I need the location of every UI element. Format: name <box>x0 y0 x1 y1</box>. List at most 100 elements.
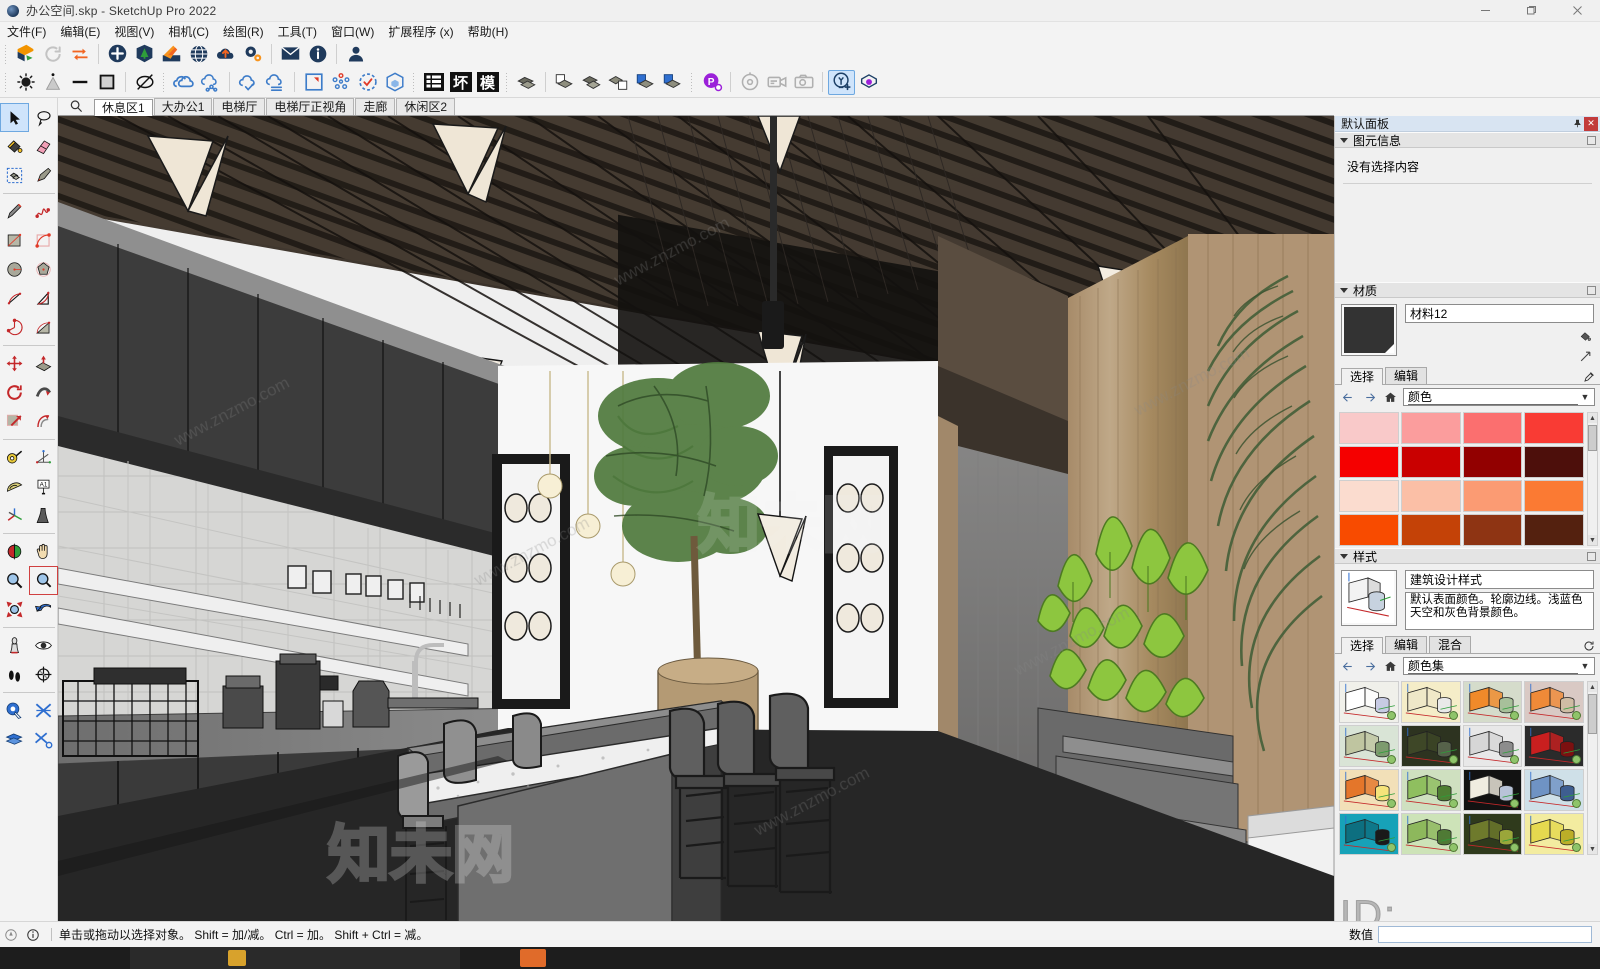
style-tile-7[interactable] <box>1524 725 1584 767</box>
toolbar-grip[interactable] <box>161 72 168 92</box>
refresh-icon[interactable] <box>39 41 66 66</box>
purple-p-icon[interactable]: P <box>698 70 725 95</box>
material-swatch-2[interactable] <box>1462 412 1523 444</box>
bad-label-icon[interactable]: 坏 <box>447 70 474 95</box>
material-swatch-0[interactable] <box>1339 412 1399 444</box>
scroll-thumb[interactable] <box>1588 425 1597 451</box>
hidden-geometry-icon[interactable] <box>131 70 158 95</box>
blue-stack-icon[interactable] <box>0 725 29 754</box>
style-tile-1[interactable] <box>1400 681 1461 723</box>
rectangle-icon[interactable] <box>0 226 29 255</box>
style-tile-6[interactable] <box>1462 725 1523 767</box>
section-plane-icon[interactable] <box>29 660 58 689</box>
dimension-icon[interactable] <box>29 501 58 530</box>
measurement-input[interactable] <box>1378 926 1592 943</box>
material-swatch-9[interactable] <box>1400 480 1461 512</box>
style-tile-4[interactable] <box>1339 725 1399 767</box>
taskbar-item-1[interactable] <box>130 947 460 969</box>
sketchup-3d-viewport[interactable]: www.znzmo.com www.znzmo.com www.znzmo.co… <box>58 116 1334 921</box>
material-swatch-10[interactable] <box>1462 480 1523 512</box>
scene-tab-0[interactable]: 休息区1 <box>94 99 153 116</box>
material-name-input[interactable]: 材料12 <box>1405 304 1594 323</box>
scroll-down-icon[interactable]: ▼ <box>1588 535 1597 545</box>
style-tile-10[interactable] <box>1462 769 1523 811</box>
info-circle-icon[interactable] <box>22 924 44 946</box>
menu-draw[interactable]: 绘图(R) <box>216 22 271 41</box>
update-style-icon[interactable] <box>1582 639 1596 653</box>
clock-check-icon[interactable] <box>354 70 381 95</box>
style-scrollbar[interactable]: ▲ ▼ <box>1587 681 1598 855</box>
material-collection-combo[interactable]: 颜色 ▼ <box>1403 388 1595 406</box>
section-header-materials[interactable]: 材质 <box>1335 282 1600 298</box>
back-arrow-icon[interactable] <box>1340 389 1356 405</box>
create-material-icon[interactable] <box>1578 349 1592 363</box>
taskbar-icon-folder[interactable] <box>228 950 246 966</box>
material-swatch-15[interactable] <box>1524 514 1584 546</box>
style-tile-14[interactable] <box>1462 813 1523 855</box>
styles-tab-mix[interactable]: 混合 <box>1429 636 1472 653</box>
blue-weave-icon[interactable] <box>29 696 58 725</box>
material-color-swatch[interactable] <box>1341 304 1397 356</box>
mail-icon[interactable] <box>277 41 304 66</box>
style-tile-15[interactable] <box>1524 813 1584 855</box>
style-collection-combo[interactable]: 颜色集 ▼ <box>1403 657 1595 675</box>
polygon-icon[interactable] <box>29 255 58 284</box>
materials-tab-select[interactable]: 选择 <box>1341 368 1384 385</box>
add-location-icon[interactable] <box>104 41 131 66</box>
scene-tab-2[interactable]: 电梯厅 <box>213 98 266 115</box>
style-tile-0[interactable] <box>1339 681 1399 723</box>
forward-arrow-icon[interactable] <box>1361 389 1377 405</box>
position-camera-icon[interactable] <box>0 631 29 660</box>
taskbar-icon-app[interactable] <box>520 949 546 967</box>
style-tile-8[interactable] <box>1339 769 1399 811</box>
scale-icon[interactable] <box>300 70 327 95</box>
material-scrollbar[interactable]: ▲ ▼ <box>1587 412 1598 546</box>
material-swatch-3[interactable] <box>1524 412 1584 444</box>
toolbar-grip[interactable] <box>3 72 10 92</box>
tape-measure-icon[interactable] <box>0 443 29 472</box>
material-swatch-13[interactable] <box>1400 514 1461 546</box>
menu-window[interactable]: 窗口(W) <box>324 22 381 41</box>
blue-gear-select-icon[interactable] <box>0 696 29 725</box>
help-balloon-icon[interactable] <box>0 924 22 946</box>
toolbar-grip[interactable] <box>411 72 418 92</box>
material-swatch-grid[interactable] <box>1339 412 1584 546</box>
gear-icon[interactable] <box>239 41 266 66</box>
material-swatch-7[interactable] <box>1524 446 1584 478</box>
camera-transition-icon[interactable] <box>763 70 790 95</box>
toolbar-grip[interactable] <box>3 43 10 64</box>
material-swatch-8[interactable] <box>1339 480 1399 512</box>
material-swatch-4[interactable] <box>1339 446 1399 478</box>
section-header-styles[interactable]: 样式 <box>1335 548 1600 564</box>
select-arrow-icon[interactable] <box>0 103 29 132</box>
style-tile-11[interactable] <box>1524 769 1584 811</box>
close-icon[interactable]: ✕ <box>1584 116 1598 131</box>
style-tile-grid[interactable] <box>1339 681 1584 855</box>
model-label-icon[interactable]: 模 <box>474 70 501 95</box>
make-component-icon[interactable] <box>0 161 29 190</box>
look-around-eye-icon[interactable] <box>29 631 58 660</box>
cloud-list-icon[interactable] <box>262 70 289 95</box>
blue-weave-gear-icon[interactable] <box>29 725 58 754</box>
square-icon[interactable] <box>93 70 120 95</box>
material-swatch-12[interactable] <box>1339 514 1399 546</box>
arc-2point-icon[interactable] <box>0 284 29 313</box>
info-icon[interactable] <box>304 41 331 66</box>
followme-icon[interactable] <box>29 378 58 407</box>
grid-table-icon[interactable] <box>420 70 447 95</box>
add-light-icon[interactable] <box>828 69 855 95</box>
arc-tangent-icon[interactable] <box>29 313 58 342</box>
globe-icon[interactable] <box>185 41 212 66</box>
transfer-icon[interactable] <box>66 41 93 66</box>
menu-view[interactable]: 视图(V) <box>107 22 161 41</box>
rotate-icon[interactable] <box>0 378 29 407</box>
material-swatch-14[interactable] <box>1462 514 1523 546</box>
material-swatch-5[interactable] <box>1400 446 1461 478</box>
scroll-up-icon[interactable]: ▲ <box>1588 682 1597 692</box>
layer-blue2-icon[interactable] <box>659 70 686 95</box>
scene-tab-3[interactable]: 电梯厅正视角 <box>266 98 355 115</box>
freehand-icon[interactable] <box>29 197 58 226</box>
style-name-input[interactable]: 建筑设计样式 <box>1405 570 1594 589</box>
zoom-icon[interactable] <box>0 566 29 595</box>
materials-tab-edit[interactable]: 编辑 <box>1385 367 1428 384</box>
